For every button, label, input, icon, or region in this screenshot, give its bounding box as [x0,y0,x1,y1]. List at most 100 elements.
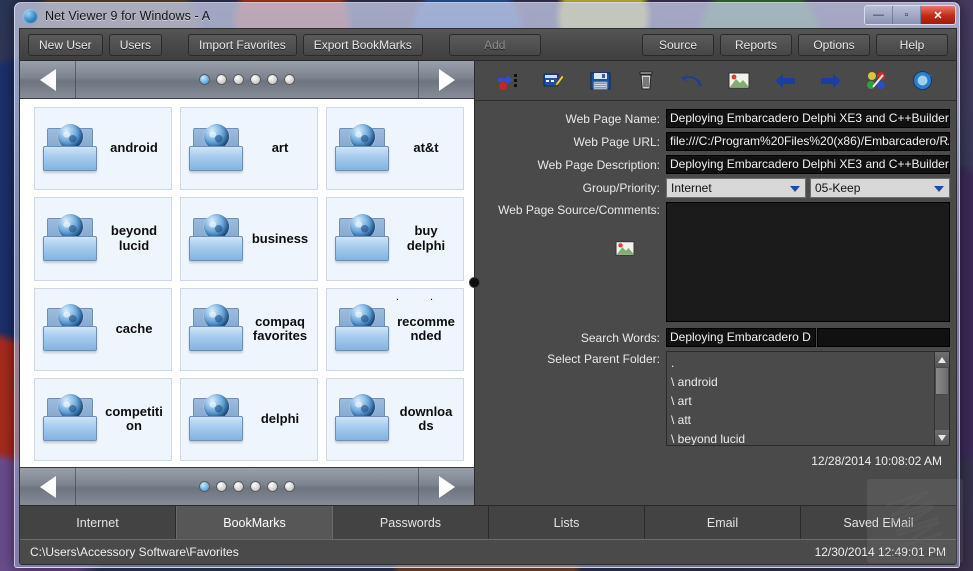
group-select[interactable]: Internet [666,178,806,198]
page-dot-4[interactable] [250,74,261,85]
priority-select-value: 05-Keep [815,181,861,195]
folder-tile[interactable]: at&t [326,107,464,191]
web-page-name-input[interactable]: Deploying Embarcadero Delphi XE3 and C++… [666,109,950,128]
refresh-globe-icon[interactable] [900,64,946,98]
chevron-down-icon [934,186,944,192]
add-button[interactable]: Add [448,33,541,56]
pane-splitter-grip[interactable] [469,277,480,288]
tab-passwords[interactable]: Passwords [333,506,489,539]
status-datetime: 12/30/2014 12:49:01 PM [814,545,946,559]
list-item[interactable]: . [671,354,934,373]
edit-record-icon[interactable] [531,64,577,98]
window-title: Net Viewer 9 for Windows - A [45,9,211,23]
web-page-description-input[interactable]: Deploying Embarcadero Delphi XE3 and C++… [666,155,950,174]
parent-folder-items: . \ android \ art \ att \ beyond lucid [667,352,934,445]
status-path: C:\Users\Accessory Software\Favorites [30,545,239,559]
image-icon[interactable] [615,240,635,260]
save-icon[interactable] [577,64,623,98]
folder-tile[interactable]: art [180,107,318,191]
list-item[interactable]: \ android [671,373,934,392]
priority-select[interactable]: 05-Keep [810,178,950,198]
page-dot-5[interactable] [267,481,278,492]
page-dot-1[interactable] [199,74,210,85]
minimize-button[interactable]: — [865,6,893,24]
search-words-input[interactable]: Deploying Embarcadero D [666,328,816,347]
folder-label: recommended [397,313,455,344]
parent-folder-scrollbar[interactable] [934,352,949,445]
arrow-forward-icon[interactable] [808,64,854,98]
parent-folder-listbox[interactable]: . \ android \ art \ att \ beyond lucid [666,351,950,446]
undo-icon[interactable] [669,64,715,98]
scrollbar-thumb[interactable] [935,367,949,395]
folder-tile[interactable]: cache [34,287,172,371]
maximize-button[interactable]: ▫ [893,6,921,24]
search-words-input-2[interactable] [817,328,950,347]
tab-bookmarks[interactable]: BookMarks [176,506,333,539]
page-dot-2[interactable] [216,481,227,492]
list-item[interactable]: \ art [671,392,934,411]
title-bar: Net Viewer 9 for Windows - A — ▫ ✕ [15,3,959,29]
list-item[interactable]: \ att [671,411,934,430]
page-dot-3[interactable] [233,74,244,85]
tab-email[interactable]: Email [645,506,801,539]
page-dot-2[interactable] [216,74,227,85]
triangle-left-icon [39,68,56,91]
search-words-label: Search Words: [580,330,660,345]
colors-icon[interactable] [854,64,900,98]
application-window: Net Viewer 9 for Windows - A — ▫ ✕ New U… [14,2,960,568]
image-icon[interactable] [715,64,761,98]
folder-tile[interactable]: business [180,197,318,281]
triangle-down-icon [938,434,946,441]
folder-tile[interactable]: beyond lucid [34,197,172,281]
section-tabs: Internet BookMarks Passwords Lists Email… [20,505,956,539]
tab-internet[interactable]: Internet [20,506,176,539]
tab-saved-email[interactable]: Saved EMail [801,506,956,539]
scrollbar-track[interactable] [935,395,949,430]
field-row-source-comments: Web Page Source/Comments: [481,202,950,322]
page-dot-4[interactable] [250,481,261,492]
next-page-button-bottom[interactable] [418,468,474,505]
field-row-group-priority: Group/Priority: Internet 05-Keep [481,178,950,198]
folder-tile[interactable]: delphi [180,377,318,461]
add-record-icon[interactable] [485,64,531,98]
folder-tile[interactable]: downloads [326,377,464,461]
scroll-down-button[interactable] [935,430,949,445]
source-comments-textarea[interactable] [666,202,950,322]
users-button[interactable]: Users [108,33,163,56]
import-favorites-button[interactable]: Import Favorites [188,33,297,56]
folder-tile[interactable]: . . recommended [326,287,464,371]
page-dot-1[interactable] [199,481,210,492]
page-dot-6[interactable] [284,481,295,492]
chevron-down-icon [790,186,800,192]
page-dot-5[interactable] [267,74,278,85]
tab-lists[interactable]: Lists [489,506,645,539]
folder-label: business [251,230,309,246]
web-page-url-input[interactable]: file:///C:/Program%20Files%20(x86)/Embar… [666,132,950,151]
folder-tile[interactable]: android [34,107,172,191]
arrow-back-icon[interactable] [762,64,808,98]
prev-page-button-top[interactable] [20,61,76,98]
delete-trash-icon[interactable] [623,64,669,98]
folder-tile[interactable]: competition [34,377,172,461]
page-dots-bottom [20,481,474,492]
field-row-web-page-name: Web Page Name: Deploying Embarcadero Del… [481,109,950,128]
folder-label: android [110,140,158,156]
folder-tile[interactable]: buy delphi [326,197,464,281]
help-button[interactable]: Help [876,33,948,56]
page-dot-3[interactable] [233,481,244,492]
export-bookmarks-button[interactable]: Export BookMarks [302,33,423,56]
new-user-button[interactable]: New User [28,33,103,56]
prev-page-button-bottom[interactable] [20,468,76,505]
reports-button[interactable]: Reports [720,33,792,56]
options-button[interactable]: Options [798,33,870,56]
source-button[interactable]: Source [642,33,714,56]
close-button[interactable]: ✕ [921,6,955,24]
scroll-up-button[interactable] [935,352,949,367]
page-dot-6[interactable] [284,74,295,85]
next-page-button-top[interactable] [418,61,474,98]
folder-tile[interactable]: compaq favorites [180,287,318,371]
web-folder-icon [39,392,101,446]
web-folder-icon [185,122,247,176]
folders-pager-top [20,61,474,99]
list-item[interactable]: \ beyond lucid [671,430,934,445]
